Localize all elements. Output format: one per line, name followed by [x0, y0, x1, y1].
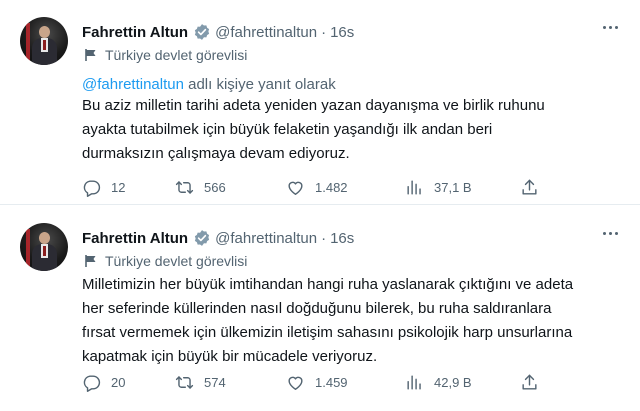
reply-context: @fahrettinaltun adlı kişiye yanıt olarak — [82, 76, 336, 93]
tweet-text: Milletimizin her büyük imtihandan hangi … — [82, 273, 622, 369]
tweet-text-line: fırsat vermemek için ülkemizin iletişim … — [82, 324, 573, 341]
avatar[interactable] — [20, 17, 68, 65]
reply-button[interactable]: 20 — [82, 370, 125, 394]
retweet-icon — [175, 180, 194, 194]
reply-mention-link[interactable]: @fahrettinaltun — [82, 76, 184, 93]
tweet[interactable]: Fahrettin Altun @fahrettinaltun · 16s Tü… — [0, 0, 640, 204]
like-button[interactable]: 1.459 — [286, 370, 348, 394]
separator-dot: · — [321, 23, 327, 41]
author-name[interactable]: Fahrettin Altun — [82, 230, 188, 247]
like-button[interactable]: 1.482 — [286, 175, 348, 199]
tweet-text-line: durmaksızın çalışmaya devam ediyoruz. — [82, 145, 350, 162]
views-icon — [407, 179, 421, 195]
tweet[interactable]: Fahrettin Altun @fahrettinaltun · 16s Tü… — [0, 206, 640, 411]
reply-icon — [83, 374, 101, 392]
separator-dot: · — [321, 229, 327, 247]
author-name[interactable]: Fahrettin Altun — [82, 24, 188, 41]
share-icon — [522, 179, 537, 195]
verified-badge-icon[interactable] — [193, 229, 211, 247]
tweet-text-line: Milletimizin her büyük imtihandan hangi … — [82, 276, 574, 293]
like-count: 1.482 — [315, 179, 348, 195]
like-count: 1.459 — [315, 374, 348, 390]
views-icon — [407, 374, 421, 390]
tweet-divider — [0, 204, 640, 205]
tweet-actions: 20 574 1.459 42,9 B — [82, 370, 542, 394]
retweet-button[interactable]: 574 — [175, 370, 226, 394]
tweet-text: Bu aziz milletin tarihi adeta yeniden ya… — [82, 94, 622, 166]
share-button[interactable] — [520, 370, 549, 394]
flag-icon — [85, 255, 96, 267]
retweet-button[interactable]: 566 — [175, 175, 226, 199]
retweet-count: 566 — [204, 179, 226, 195]
tweet-header: Fahrettin Altun @fahrettinaltun · 16s — [82, 228, 354, 248]
tweet-text-line: her seferinde küllerinden nasıl doğduğun… — [82, 300, 552, 317]
tweet-text-line: kapatmak için büyük bir mücadele veriyor… — [82, 348, 378, 365]
tweet-text-line: Bu aziz milletin tarihi adeta yeniden ya… — [82, 97, 545, 114]
views-button[interactable]: 37,1 B — [405, 175, 472, 199]
reply-count: 20 — [111, 374, 126, 390]
heart-icon — [288, 376, 303, 390]
account-label: Türkiye devlet görevlisi — [84, 252, 247, 270]
retweet-count: 574 — [204, 374, 226, 390]
timestamp[interactable]: 16s — [330, 24, 354, 41]
account-label-text: Türkiye devlet görevlisi — [105, 47, 248, 63]
reply-context-text: adlı kişiye yanıt olarak — [183, 76, 336, 93]
share-button[interactable] — [520, 175, 549, 199]
account-label-text: Türkiye devlet görevlisi — [105, 253, 248, 269]
account-label: Türkiye devlet görevlisi — [84, 46, 247, 64]
views-button[interactable]: 42,9 B — [405, 370, 472, 394]
verified-badge-icon[interactable] — [193, 23, 211, 41]
tweet-header: Fahrettin Altun @fahrettinaltun · 16s — [82, 22, 354, 42]
author-handle[interactable]: @fahrettinaltun — [215, 24, 317, 41]
share-icon — [522, 374, 537, 390]
reply-count: 12 — [111, 179, 126, 195]
avatar[interactable] — [20, 223, 68, 271]
retweet-icon — [175, 375, 194, 389]
tweet-actions: 12 566 1.482 37,1 B — [82, 175, 542, 199]
views-count: 37,1 B — [434, 179, 472, 195]
timestamp[interactable]: 16s — [330, 230, 354, 247]
tweet-text-line: ayakta tutabilmek için büyük felaketin y… — [82, 121, 493, 138]
reply-button[interactable]: 12 — [82, 175, 125, 199]
more-icon[interactable] — [603, 232, 618, 235]
reply-icon — [83, 179, 101, 197]
flag-icon — [85, 49, 96, 61]
author-handle[interactable]: @fahrettinaltun — [215, 230, 317, 247]
heart-icon — [288, 181, 303, 195]
more-icon[interactable] — [603, 26, 618, 29]
views-count: 42,9 B — [434, 374, 472, 390]
